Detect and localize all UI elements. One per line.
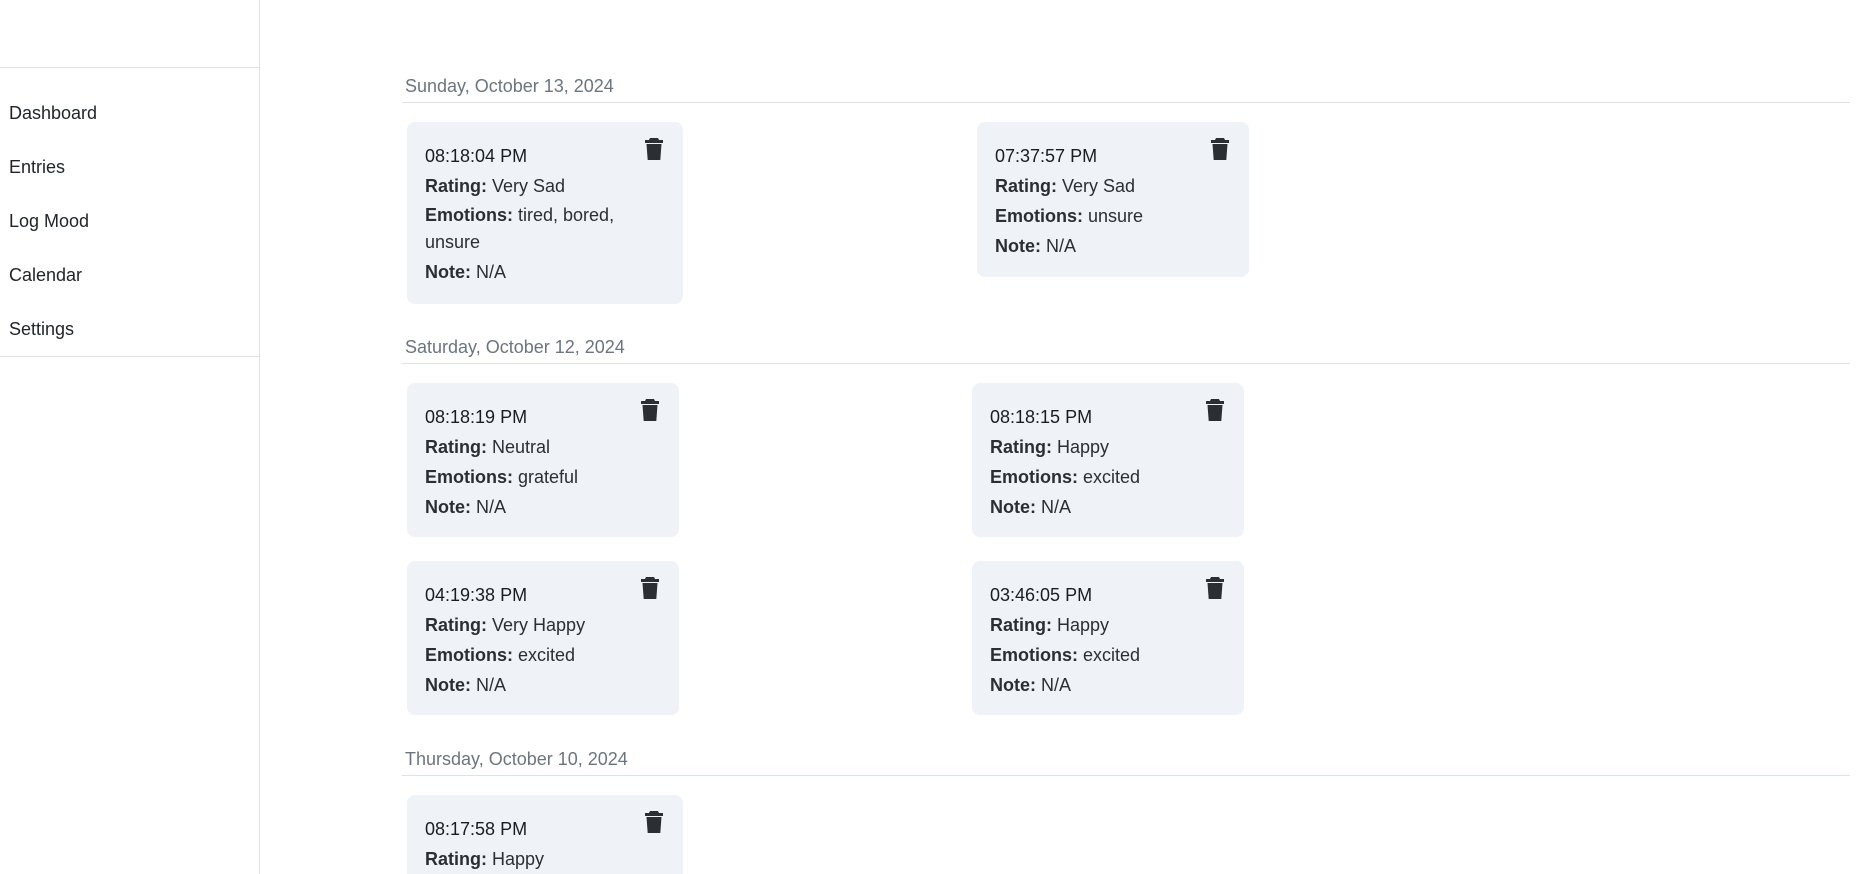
trash-icon[interactable]: [1206, 399, 1224, 421]
emotions-value: excited: [1083, 467, 1141, 487]
note-value: N/A: [1046, 236, 1077, 256]
trash-icon[interactable]: [1206, 577, 1224, 599]
entry-time: 08:18:15 PM: [990, 407, 1093, 427]
note-label: Note:: [425, 262, 471, 282]
trash-icon[interactable]: [641, 577, 659, 599]
rating-value: Happy: [1057, 437, 1110, 457]
trash-icon[interactable]: [645, 811, 663, 833]
entry-card: 08:18:04 PM Rating: Very Sad Emotions: t…: [407, 122, 683, 304]
entry-rating: Rating: Happy: [990, 610, 1226, 640]
entry-note: Note: N/A: [425, 670, 661, 700]
day-date-header: Saturday, October 12, 2024: [402, 331, 1850, 364]
sidebar-item-entries[interactable]: Entries: [0, 140, 259, 194]
note-label: Note:: [995, 236, 1041, 256]
note-value: N/A: [476, 262, 507, 282]
rating-label: Rating:: [425, 176, 487, 196]
rating-label: Rating:: [425, 849, 487, 869]
entry-rating: Rating: Happy: [990, 432, 1226, 462]
sidebar-item-dashboard[interactable]: Dashboard: [0, 86, 259, 140]
emotions-value: grateful: [518, 467, 579, 487]
entry-emotions: Emotions: tired, bored, unsure: [425, 202, 665, 256]
emotions-label: Emotions:: [425, 467, 513, 487]
entry-note: Note: N/A: [990, 670, 1226, 700]
trash-icon[interactable]: [641, 399, 659, 421]
entry-card: 04:19:38 PM Rating: Very Happy Emotions:…: [407, 561, 679, 715]
rating-label: Rating:: [425, 615, 487, 635]
entry-rating: Rating: Very Sad: [995, 171, 1231, 201]
day-date-header: Sunday, October 13, 2024: [402, 70, 1850, 103]
day-date-header: Thursday, October 10, 2024: [402, 743, 1850, 776]
entry-time: 08:17:58 PM: [425, 819, 528, 839]
entry-note: Note: N/A: [990, 492, 1226, 522]
note-value: N/A: [476, 497, 507, 517]
entry-card: 08:18:19 PM Rating: Neutral Emotions: gr…: [407, 383, 679, 537]
entry-note: Note: N/A: [995, 231, 1231, 261]
entry-note: Note: N/A: [425, 257, 665, 287]
entry-emotions: Emotions: excited: [990, 640, 1226, 670]
entry-rating: Rating: Very Happy: [425, 610, 661, 640]
note-value: N/A: [476, 675, 507, 695]
note-value: N/A: [1041, 675, 1072, 695]
note-label: Note:: [990, 675, 1036, 695]
trash-icon[interactable]: [1211, 138, 1229, 160]
entry-rating: Rating: Happy: [425, 844, 665, 874]
emotions-label: Emotions:: [425, 205, 513, 225]
rating-value: Happy: [1057, 615, 1110, 635]
entry-card: 07:37:57 PM Rating: Very Sad Emotions: u…: [977, 122, 1249, 277]
day-group: Saturday, October 12, 2024: [402, 331, 1850, 376]
entry-rating: Rating: Very Sad: [425, 171, 665, 201]
note-label: Note:: [425, 497, 471, 517]
entry-card: 08:18:15 PM Rating: Happy Emotions: exci…: [972, 383, 1244, 537]
entries-main: Sunday, October 13, 2024 08:18:04 PM Rat…: [260, 0, 1875, 874]
emotions-label: Emotions:: [995, 206, 1083, 226]
rating-label: Rating:: [425, 437, 487, 457]
emotions-label: Emotions:: [425, 645, 513, 665]
entry-time: 03:46:05 PM: [990, 585, 1093, 605]
rating-value: Neutral: [492, 437, 551, 457]
sidebar-nav: Dashboard Entries Log Mood Calendar Sett…: [0, 67, 259, 357]
emotions-label: Emotions:: [990, 467, 1078, 487]
sidebar: Dashboard Entries Log Mood Calendar Sett…: [0, 0, 260, 874]
trash-icon[interactable]: [645, 138, 663, 160]
emotions-value: excited: [1083, 645, 1141, 665]
rating-value: Very Sad: [492, 176, 566, 196]
emotions-value: excited: [518, 645, 576, 665]
sidebar-item-log-mood[interactable]: Log Mood: [0, 194, 259, 248]
entry-time: 08:18:19 PM: [425, 407, 528, 427]
sidebar-item-settings[interactable]: Settings: [0, 302, 259, 356]
entry-emotions: Emotions: excited: [425, 640, 661, 670]
entry-emotions: Emotions: grateful: [425, 462, 661, 492]
rating-label: Rating:: [995, 176, 1057, 196]
rating-label: Rating:: [990, 437, 1052, 457]
emotions-label: Emotions:: [990, 645, 1078, 665]
entry-rating: Rating: Neutral: [425, 432, 661, 462]
entry-emotions: Emotions: unsure: [995, 201, 1231, 231]
entry-time: 07:37:57 PM: [995, 146, 1098, 166]
note-label: Note:: [425, 675, 471, 695]
entry-card: 03:46:05 PM Rating: Happy Emotions: exci…: [972, 561, 1244, 715]
day-group: Sunday, October 13, 2024: [402, 70, 1850, 115]
entry-emotions: Emotions: excited: [990, 462, 1226, 492]
note-label: Note:: [990, 497, 1036, 517]
entry-card: 08:17:58 PM Rating: Happy: [407, 795, 683, 874]
entry-note: Note: N/A: [425, 492, 661, 522]
rating-value: Very Sad: [1062, 176, 1136, 196]
rating-label: Rating:: [990, 615, 1052, 635]
app: Dashboard Entries Log Mood Calendar Sett…: [0, 0, 1875, 874]
rating-value: Happy: [492, 849, 545, 869]
emotions-value: unsure: [1088, 206, 1144, 226]
sidebar-item-calendar[interactable]: Calendar: [0, 248, 259, 302]
note-value: N/A: [1041, 497, 1072, 517]
rating-value: Very Happy: [492, 615, 586, 635]
entry-time: 08:18:04 PM: [425, 146, 528, 166]
day-group: Thursday, October 10, 2024: [402, 743, 1850, 788]
entry-time: 04:19:38 PM: [425, 585, 528, 605]
